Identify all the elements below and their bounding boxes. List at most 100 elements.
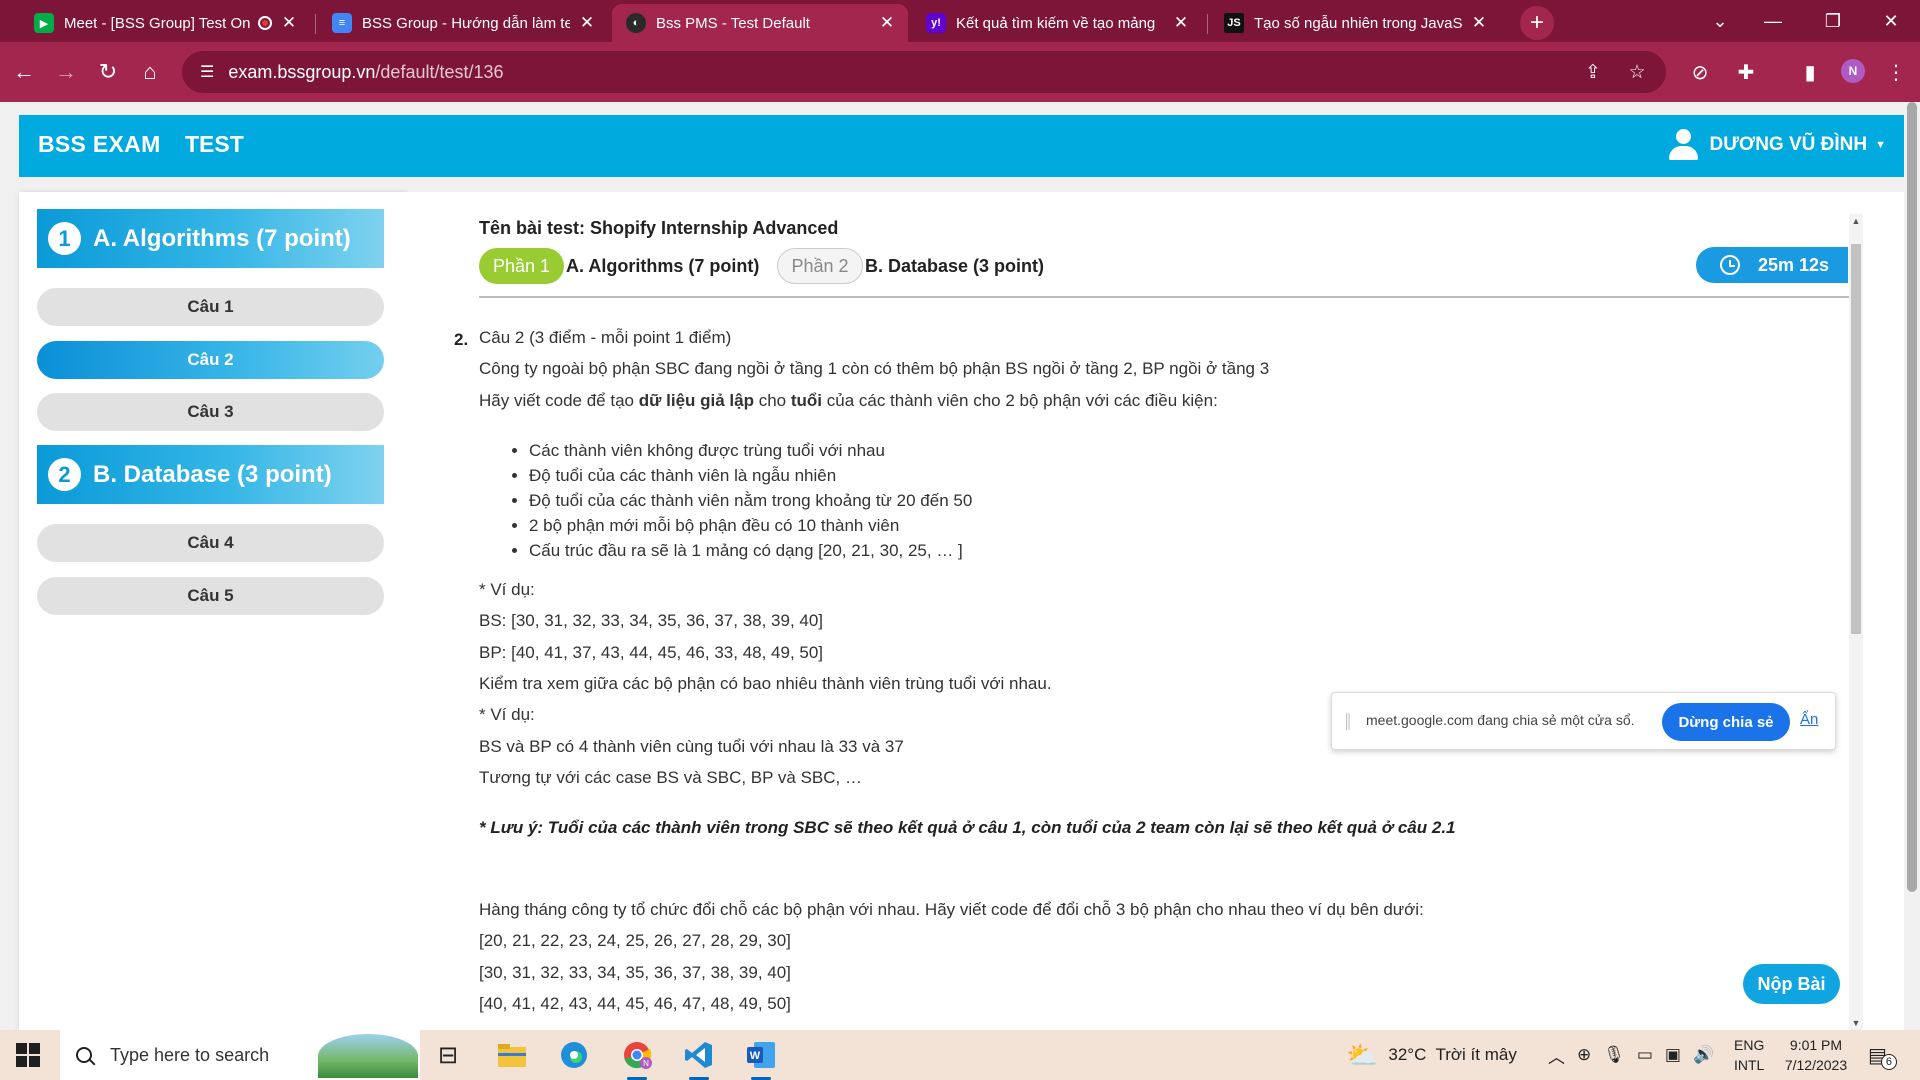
- network-icon[interactable]: ⊕: [1577, 1045, 1591, 1065]
- battery-icon[interactable]: ▭: [1637, 1045, 1653, 1065]
- tab-title: Meet - [BSS Group] Test On: [64, 14, 251, 32]
- scroll-down-icon[interactable]: ▼: [1849, 1018, 1863, 1028]
- search-highlight-image: [318, 1034, 418, 1078]
- question-2-button[interactable]: Câu 2: [37, 341, 384, 379]
- example-label: * Ví dụ:: [479, 580, 535, 599]
- google-docs-icon: ≡: [332, 13, 352, 33]
- user-name: DƯƠNG VŨ ĐÌNH: [1709, 134, 1868, 155]
- section-title: A. Algorithms (7 point): [93, 224, 351, 252]
- tab-yahoo[interactable]: y! Kết quả tìm kiếm về tạo mảng ✕: [912, 4, 1202, 42]
- close-window-icon[interactable]: ✕: [1871, 4, 1911, 38]
- question-panel: Tên bài test: Shopify Internship Advance…: [404, 192, 1904, 1030]
- question-title: Câu 2 (3 điểm - mỗi point 1 điểm): [479, 328, 732, 347]
- profile-avatar[interactable]: N: [1841, 59, 1865, 83]
- scroll-thumb[interactable]: [1851, 244, 1861, 634]
- volume-icon[interactable]: 🔊: [1693, 1045, 1714, 1065]
- close-tab-icon[interactable]: ✕: [1470, 13, 1488, 33]
- microphone-icon[interactable]: 🎙: [1603, 1045, 1625, 1065]
- tab-docs[interactable]: ≡ BSS Group - Hướng dẫn làm tes ✕: [318, 4, 608, 42]
- side-panel-icon[interactable]: ▮: [1794, 56, 1826, 88]
- nav-test[interactable]: TEST: [185, 131, 244, 158]
- address-bar[interactable]: ☰ exam.bssgroup.vn/default/test/136 ⇪ ☆: [182, 51, 1666, 93]
- browser-toolbar: ← → ↻ ⌂ ☰ exam.bssgroup.vn/default/test/…: [0, 42, 1920, 102]
- section-database[interactable]: 2 B. Database (3 point): [37, 445, 384, 504]
- weather-icon: ⛅: [1346, 1039, 1379, 1070]
- forward-icon[interactable]: →: [50, 56, 82, 88]
- hide-share-bar-link[interactable]: Ẩn: [1800, 711, 1818, 728]
- question-1-button[interactable]: Câu 1: [37, 288, 384, 326]
- google-meet-icon: ▶: [34, 13, 54, 33]
- condition-item: Độ tuổi của các thành viên là ngẫu nhiên: [529, 463, 972, 488]
- tab-js[interactable]: JS Tạo số ngẫu nhiên trong JavaSc ✕: [1210, 4, 1500, 42]
- part-2-pill[interactable]: Phần 2: [777, 248, 863, 284]
- new-tab-button[interactable]: +: [1520, 6, 1554, 40]
- part-2-label: B. Database (3 point): [865, 256, 1045, 276]
- bookmark-star-icon[interactable]: ☆: [1622, 57, 1652, 87]
- user-menu[interactable]: DƯƠNG VŨ ĐÌNH ▼: [1668, 129, 1886, 161]
- tab-title: BSS Group - Hướng dẫn làm tes: [362, 14, 570, 32]
- part-1-label: A. Algorithms (7 point): [566, 256, 760, 276]
- overlap-example: BS và BP có 4 thành viên cùng tuổi với n…: [479, 737, 904, 756]
- stop-sharing-button[interactable]: Dừng chia sẻ: [1662, 703, 1790, 741]
- display-icon[interactable]: ▣: [1665, 1045, 1681, 1065]
- weather-widget[interactable]: ⛅ 32°C Trời ít mây: [1346, 1030, 1517, 1080]
- lang-line-2: INTL: [1734, 1057, 1765, 1073]
- site-info-icon[interactable]: ☰: [200, 62, 214, 82]
- countdown-timer: 25m 12s: [1696, 247, 1848, 283]
- search-icon: [76, 1047, 92, 1063]
- extensions-icon[interactable]: ✚: [1730, 56, 1762, 88]
- close-tab-icon[interactable]: ✕: [878, 13, 896, 33]
- maximize-icon[interactable]: ❐: [1813, 4, 1853, 38]
- submit-button[interactable]: Nộp Bài: [1743, 964, 1840, 1004]
- back-icon[interactable]: ←: [8, 56, 40, 88]
- edge-browser-icon[interactable]: [556, 1037, 592, 1073]
- share-message: meet.google.com đang chia sẻ một cửa sổ.: [1366, 712, 1635, 728]
- reload-icon[interactable]: ↻: [92, 56, 124, 88]
- window-scrollbar[interactable]: [1904, 102, 1920, 1030]
- screen-share-bar: ║ meet.google.com đang chia sẻ một cửa s…: [1331, 692, 1836, 750]
- clock[interactable]: 9:01 PM 7/12/2023: [1778, 1030, 1854, 1080]
- divider: [479, 296, 1849, 298]
- windows-start-icon[interactable]: [16, 1043, 40, 1067]
- close-tab-icon[interactable]: ✕: [1172, 13, 1190, 33]
- compass-icon[interactable]: ⊘: [1684, 56, 1716, 88]
- task-view-icon[interactable]: ⊟: [430, 1037, 466, 1073]
- question-5-button[interactable]: Câu 5: [37, 577, 384, 615]
- similar-text: Tương tự với các case BS và SBC, BP và S…: [479, 768, 862, 787]
- windows-taskbar: Type here to search ⊟ N W ⛅ 32°C Trời ít…: [0, 1030, 1920, 1080]
- word-icon[interactable]: W: [743, 1037, 779, 1080]
- minimize-icon[interactable]: —: [1753, 4, 1793, 38]
- tab-title: Kết quả tìm kiếm về tạo mảng: [956, 14, 1156, 32]
- file-explorer-icon[interactable]: [494, 1037, 530, 1073]
- scroll-up-icon[interactable]: ▲: [1849, 216, 1863, 226]
- section-algorithms[interactable]: 1 A. Algorithms (7 point): [37, 209, 384, 268]
- tab-meet[interactable]: ▶ Meet - [BSS Group] Test On ✕: [20, 4, 310, 42]
- search-placeholder: Type here to search: [110, 1044, 270, 1065]
- section-number: 2: [48, 458, 81, 491]
- close-tab-icon[interactable]: ✕: [280, 13, 298, 33]
- tab-separator: [315, 14, 316, 34]
- notifications-button[interactable]: ▤ 6: [1868, 1030, 1897, 1080]
- window-scroll-thumb[interactable]: [1907, 102, 1917, 892]
- brand-logo[interactable]: BSS EXAM: [38, 131, 161, 158]
- content-scrollbar[interactable]: ▲ ▼: [1849, 214, 1863, 1030]
- show-hidden-icons-icon[interactable]: ︿: [1548, 1043, 1565, 1068]
- question-4-button[interactable]: Câu 4: [37, 524, 384, 562]
- tab-search-icon[interactable]: ⌄: [1700, 4, 1740, 38]
- taskbar-search[interactable]: Type here to search: [60, 1030, 420, 1080]
- part-1-pill[interactable]: Phần 1: [479, 248, 564, 284]
- language-indicator[interactable]: ENG INTL: [1734, 1030, 1764, 1080]
- question-3-button[interactable]: Câu 3: [37, 393, 384, 431]
- section-title: B. Database (3 point): [93, 460, 332, 488]
- close-tab-icon[interactable]: ✕: [578, 13, 596, 33]
- home-icon[interactable]: ⌂: [134, 56, 166, 88]
- tab-bss-pms[interactable]: ◐ Bss PMS - Test Default ✕: [612, 4, 908, 42]
- menu-icon[interactable]: ⋮: [1880, 56, 1912, 88]
- drag-handle-icon[interactable]: ║: [1343, 713, 1353, 729]
- share-icon[interactable]: ⇪: [1578, 57, 1608, 87]
- page: BSS EXAM TEST DƯƠNG VŨ ĐÌNH ▼ 1 A. Algor…: [0, 102, 1904, 1030]
- app-header: BSS EXAM TEST DƯƠNG VŨ ĐÌNH ▼: [19, 115, 1904, 177]
- conditions-list: Các thành viên không được trùng tuổi với…: [507, 438, 972, 563]
- vscode-icon[interactable]: [681, 1037, 717, 1080]
- chrome-icon[interactable]: N: [619, 1037, 655, 1080]
